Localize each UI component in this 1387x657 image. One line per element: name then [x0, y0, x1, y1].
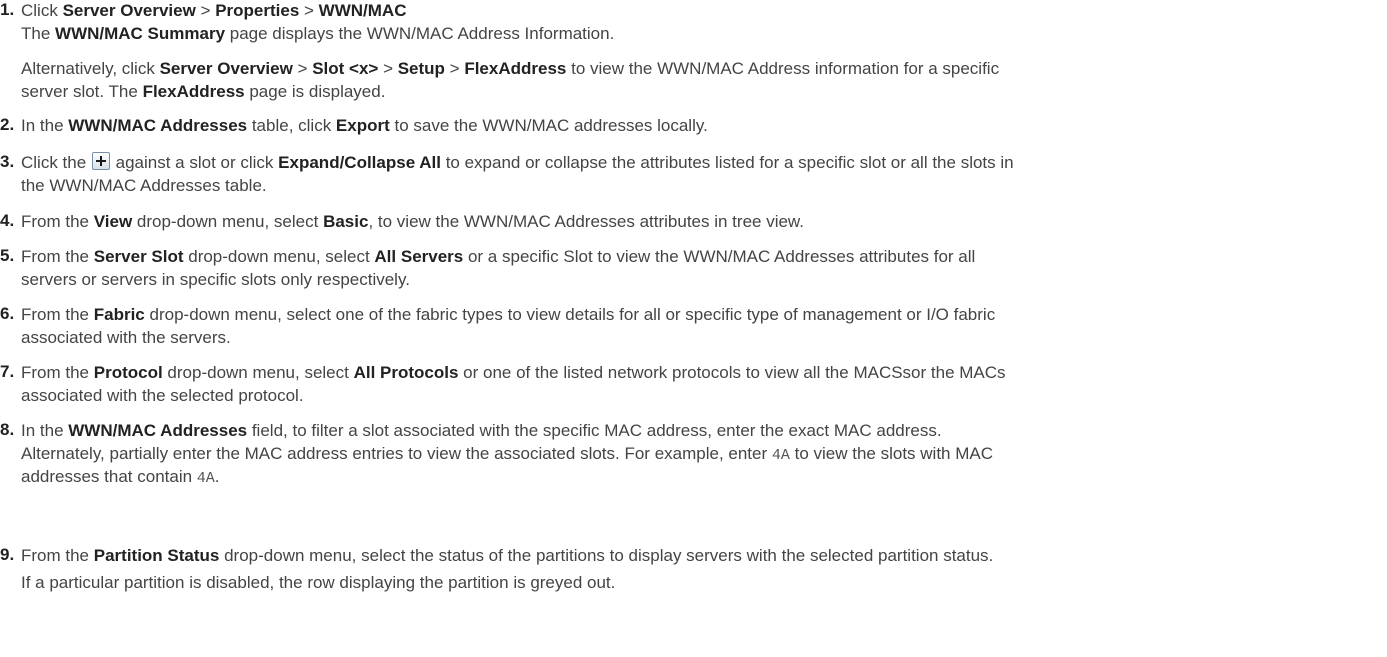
- step-number: 4.: [0, 211, 15, 230]
- menu-wwn-mac: WWN/MAC: [318, 1, 407, 20]
- step-6-line-1: From the Fabric drop-down menu, select o…: [21, 305, 996, 324]
- step-5-line-2: servers or servers in specific slots onl…: [21, 270, 410, 289]
- step-9-line-2: If a particular partition is disabled, t…: [21, 573, 616, 592]
- step-8-line-1: In the WWN/MAC Addresses field, to filte…: [21, 421, 942, 440]
- step-number: 3.: [0, 152, 15, 171]
- step-5-line-1: From the Server Slot drop-down menu, sel…: [21, 247, 976, 266]
- code-4a: 4A: [196, 470, 215, 487]
- step-number: 1.: [0, 0, 15, 19]
- step-2-line-1: In the WWN/MAC Addresses table, click Ex…: [21, 116, 708, 135]
- procedure-document: 1. Click Server Overview > Properties > …: [0, 0, 1387, 657]
- step-number: 5.: [0, 246, 15, 265]
- menu-server-overview: Server Overview: [62, 1, 196, 20]
- step-number: 9.: [0, 545, 15, 564]
- step-number: 2.: [0, 115, 15, 134]
- step-1-line-1: Click Server Overview > Properties > WWN…: [21, 1, 407, 20]
- step-9-line-1: From the Partition Status drop-down menu…: [21, 546, 994, 565]
- step-3-line-2: the WWN/MAC Addresses table.: [21, 176, 267, 195]
- step-8-line-2: Alternately, partially enter the MAC add…: [21, 444, 994, 464]
- step-7-line-1: From the Protocol drop-down menu, select…: [21, 363, 1006, 382]
- step-4-line-1: From the View drop-down menu, select Bas…: [21, 212, 804, 231]
- step-number: 7.: [0, 362, 15, 381]
- menu-properties: Properties: [215, 1, 300, 20]
- step-1-line-2: The WWN/MAC Summary page displays the WW…: [21, 24, 615, 43]
- step-7-line-2: associated with the selected protocol.: [21, 386, 304, 405]
- code-4a: 4A: [771, 447, 790, 464]
- step-8-line-3: addresses that contain 4A.: [21, 467, 220, 487]
- step-6-line-2: associated with the servers.: [21, 328, 231, 347]
- export-label: Export: [335, 116, 390, 135]
- plus-expand-icon: [91, 152, 110, 170]
- step-1-line-4: server slot. The FlexAddress page is dis…: [21, 82, 386, 101]
- step-3-line-1: Click the against a slot or click Expand…: [21, 152, 1014, 172]
- step-1-line-3: Alternatively, click Server Overview > S…: [21, 59, 1000, 78]
- step-number: 6.: [0, 304, 15, 323]
- step-number: 8.: [0, 420, 15, 439]
